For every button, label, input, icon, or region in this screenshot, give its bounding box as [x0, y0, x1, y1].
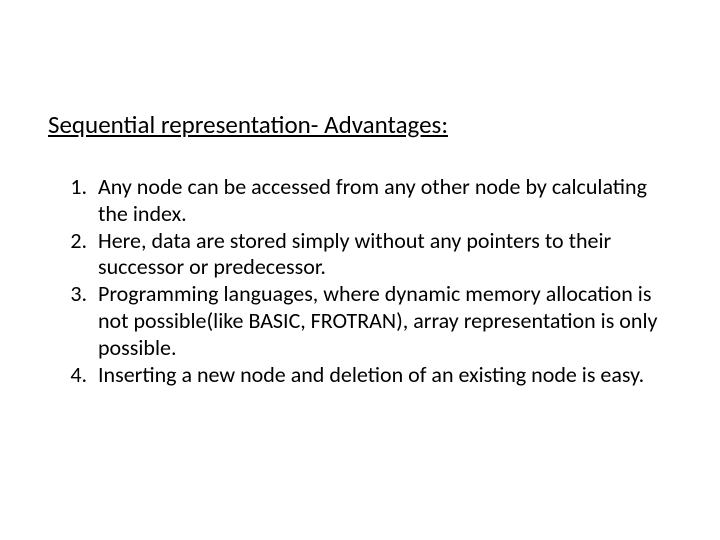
- slide: Sequential representation- Advantages: A…: [0, 0, 720, 540]
- advantages-list: Any node can be accessed from any other …: [48, 174, 672, 389]
- list-item: Inserting a new node and deletion of an …: [92, 362, 672, 389]
- slide-title: Sequential representation- Advantages:: [48, 110, 672, 140]
- list-item: Programming languages, where dynamic mem…: [92, 281, 672, 361]
- list-item: Here, data are stored simply without any…: [92, 228, 672, 282]
- list-item: Any node can be accessed from any other …: [92, 174, 672, 228]
